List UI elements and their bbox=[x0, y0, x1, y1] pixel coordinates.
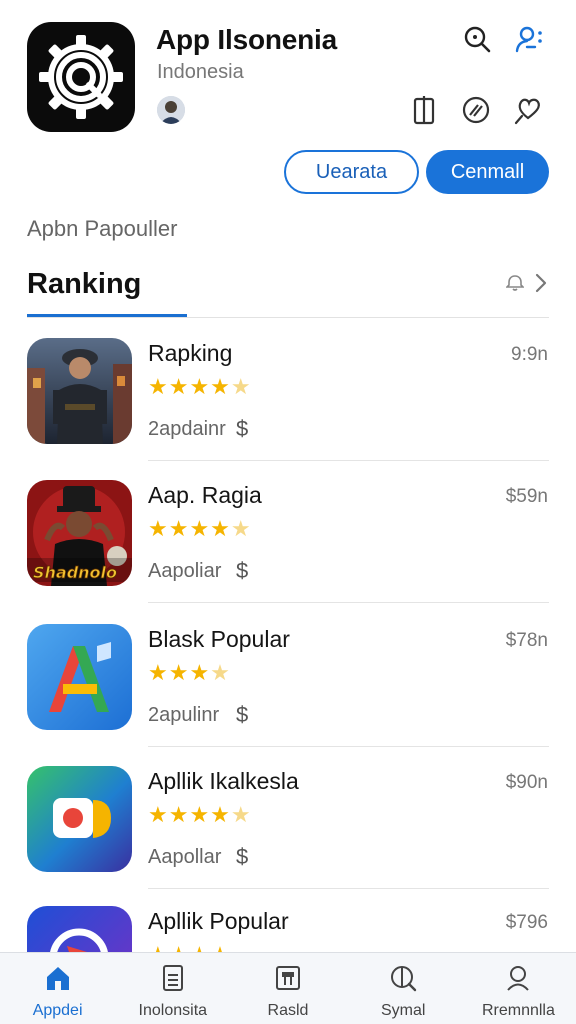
app-header: App Ilsonenia Indonesia Uearata Cenmall bbox=[0, 0, 576, 210]
app-meta: Aapoliar bbox=[148, 560, 222, 582]
tab-label: Rasld bbox=[267, 1002, 309, 1019]
tab-rremnnlla[interactable]: Rremnnlla bbox=[461, 953, 576, 1024]
document-icon bbox=[158, 963, 188, 998]
search-icon[interactable] bbox=[460, 22, 494, 56]
tab-rasld[interactable]: Rasld bbox=[230, 953, 345, 1024]
currency: $ bbox=[236, 844, 249, 869]
app-meta: Aapollar bbox=[148, 846, 222, 868]
star-rating: ★★★★★ bbox=[148, 802, 252, 827]
search-circle-icon bbox=[388, 963, 418, 998]
star-rating: ★★★★★ bbox=[148, 374, 252, 399]
home-icon bbox=[43, 963, 73, 998]
bottom-tab-bar: Appdei Inolonsita Rasld Symal Rremnnlla bbox=[0, 952, 576, 1024]
bookmark-icon[interactable] bbox=[407, 93, 441, 127]
list-item[interactable]: Rapking ★★★★★ 2apdainr $ 9:9n bbox=[0, 330, 576, 472]
list-item[interactable]: Blask Popular ★★★★ 2apulinr $ $78n bbox=[0, 616, 576, 758]
shadow-game-thumb: Shadnolo bbox=[27, 480, 132, 586]
tab-label: Symal bbox=[380, 1002, 426, 1019]
app-name: Rapking bbox=[148, 340, 233, 366]
app-title: App Ilsonenia bbox=[156, 24, 337, 55]
currency: $ bbox=[236, 702, 249, 727]
row-divider bbox=[148, 888, 549, 889]
section-subtitle: Apbn Papouller bbox=[27, 216, 178, 241]
camera-thumb bbox=[27, 766, 132, 872]
app-logo-gear-icon bbox=[27, 22, 135, 132]
app-name: Apllik Popular bbox=[148, 908, 289, 934]
secondary-action-button[interactable]: Uearata bbox=[284, 150, 419, 194]
tab-symal[interactable]: Symal bbox=[346, 953, 461, 1024]
list-item[interactable]: Apllik Ikalkesla ★★★★★ Aapollar $ $90n bbox=[0, 758, 576, 900]
currency: $ bbox=[236, 558, 249, 583]
profile-search-icon bbox=[503, 963, 533, 998]
refresh-icon[interactable] bbox=[505, 274, 525, 297]
list-item[interactable]: Shadnolo Aap. Ragia ★★★★★ Aapoliar $ $59… bbox=[0, 472, 576, 614]
tab-ranking[interactable]: Ranking bbox=[27, 268, 141, 301]
star-rating: ★★★★★ bbox=[148, 516, 252, 541]
row-divider bbox=[148, 460, 549, 461]
chevron-right-icon[interactable] bbox=[534, 272, 548, 299]
tab-tools bbox=[505, 272, 548, 299]
tab-divider bbox=[27, 317, 549, 318]
slash-circle-icon[interactable] bbox=[459, 93, 493, 127]
app-price: 9:9n bbox=[511, 344, 548, 365]
app-price: $59n bbox=[505, 486, 548, 507]
heart-icon[interactable] bbox=[511, 93, 545, 127]
app-meta: 2apulinr bbox=[148, 704, 220, 726]
tab-indonesia[interactable]: Inolonsita bbox=[115, 953, 230, 1024]
tab-label: Appdei bbox=[32, 1002, 83, 1019]
row-divider bbox=[148, 746, 549, 747]
ranking-tab-row: Ranking bbox=[0, 262, 576, 320]
svg-text:Shadnolo: Shadnolo bbox=[33, 563, 117, 582]
star-rating: ★★★★ bbox=[148, 660, 231, 685]
currency: $ bbox=[236, 416, 249, 441]
primary-action-button[interactable]: Cenmall bbox=[426, 150, 549, 194]
app-name: Aap. Ragia bbox=[148, 482, 262, 508]
app-price: $78n bbox=[505, 630, 548, 651]
app-name: Blask Popular bbox=[148, 626, 290, 652]
avatar[interactable] bbox=[157, 96, 185, 124]
tab-label: Inolonsita bbox=[138, 1002, 208, 1019]
tab-apps[interactable]: Appdei bbox=[0, 953, 115, 1024]
row-divider bbox=[148, 602, 549, 603]
person-search-icon[interactable] bbox=[512, 22, 546, 56]
app-meta: 2apdainr bbox=[148, 418, 226, 440]
soldier-game-thumb bbox=[27, 338, 132, 444]
app-price: $796 bbox=[505, 912, 548, 933]
app-price: $90n bbox=[505, 772, 548, 793]
tab-label: Rremnnlla bbox=[481, 1002, 555, 1019]
app-name: Apllik Ikalkesla bbox=[148, 768, 299, 794]
chart-icon bbox=[273, 963, 303, 998]
app-subtitle: Indonesia bbox=[157, 61, 244, 83]
letter-a-thumb bbox=[27, 624, 132, 730]
